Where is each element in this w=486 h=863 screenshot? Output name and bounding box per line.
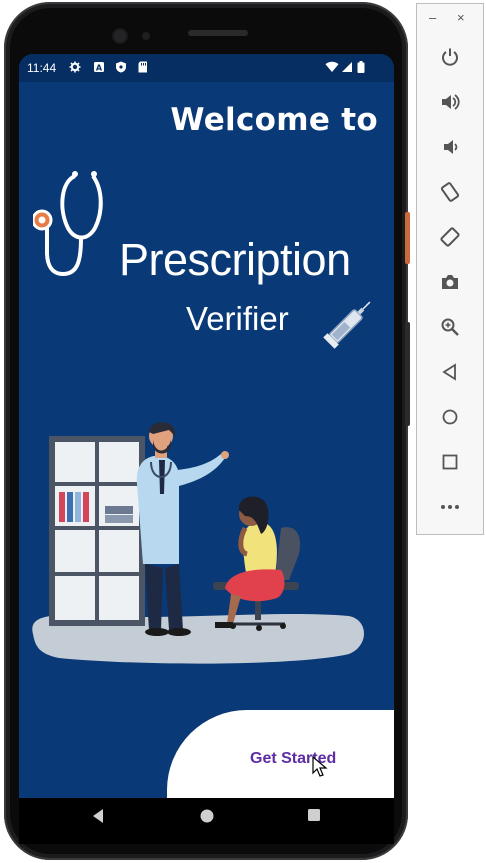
wifi-icon bbox=[325, 61, 339, 72]
overview-icon bbox=[442, 454, 458, 470]
app-screen: 11:44 A Welcome to Prescription Verifier… bbox=[19, 54, 394, 798]
volume-down-button[interactable] bbox=[437, 134, 463, 160]
app-title: Prescription bbox=[119, 234, 351, 285]
front-camera bbox=[114, 30, 126, 42]
volume-up-icon bbox=[442, 94, 460, 110]
mouse-cursor-icon bbox=[312, 756, 328, 777]
panel-back-button[interactable] bbox=[437, 359, 463, 385]
battery-icon bbox=[357, 61, 365, 73]
panel-overview-button[interactable] bbox=[437, 449, 463, 475]
volume-side-button[interactable] bbox=[405, 322, 410, 426]
status-time: 11:44 bbox=[27, 61, 57, 75]
rotate-right-icon bbox=[440, 227, 460, 247]
app-subtitle: Verifier bbox=[186, 300, 289, 337]
power-side-button[interactable] bbox=[405, 212, 410, 264]
settings-icon bbox=[69, 61, 81, 73]
sd-card-icon bbox=[138, 61, 147, 73]
rotate-left-icon bbox=[440, 182, 460, 202]
zoom-icon bbox=[441, 318, 459, 336]
camera-icon bbox=[442, 275, 458, 289]
volume-down-icon bbox=[444, 140, 458, 154]
back-icon[interactable] bbox=[91, 808, 105, 824]
doctor-patient-illustration bbox=[32, 422, 365, 664]
recents-icon[interactable] bbox=[307, 808, 321, 822]
welcome-heading: Welcome to bbox=[170, 102, 378, 138]
syringe-icon bbox=[323, 301, 371, 349]
signal-icon bbox=[342, 62, 352, 72]
navigation-bar bbox=[19, 798, 394, 844]
power-button[interactable] bbox=[437, 44, 463, 70]
home-icon bbox=[442, 409, 458, 425]
svg-text:A: A bbox=[96, 64, 103, 73]
screenshot-button[interactable] bbox=[437, 269, 463, 295]
zoom-button[interactable] bbox=[437, 314, 463, 340]
minimize-button[interactable]: – bbox=[429, 10, 436, 25]
power-icon bbox=[442, 48, 458, 66]
home-icon[interactable] bbox=[199, 808, 215, 824]
rotate-right-button[interactable] bbox=[437, 224, 463, 250]
shield-icon bbox=[116, 61, 126, 73]
front-sensor bbox=[142, 32, 150, 40]
stethoscope-icon bbox=[33, 171, 103, 277]
close-button[interactable]: × bbox=[457, 10, 465, 25]
volume-up-button[interactable] bbox=[437, 89, 463, 115]
a-icon: A bbox=[94, 62, 104, 73]
emulator-control-panel: – × bbox=[416, 3, 484, 535]
more-button[interactable] bbox=[437, 494, 463, 520]
back-icon bbox=[442, 363, 456, 381]
panel-home-button[interactable] bbox=[437, 404, 463, 430]
status-bar: 11:44 A bbox=[19, 54, 394, 82]
earpiece-speaker bbox=[188, 30, 248, 36]
rotate-left-button[interactable] bbox=[437, 179, 463, 205]
more-icon bbox=[441, 505, 459, 509]
